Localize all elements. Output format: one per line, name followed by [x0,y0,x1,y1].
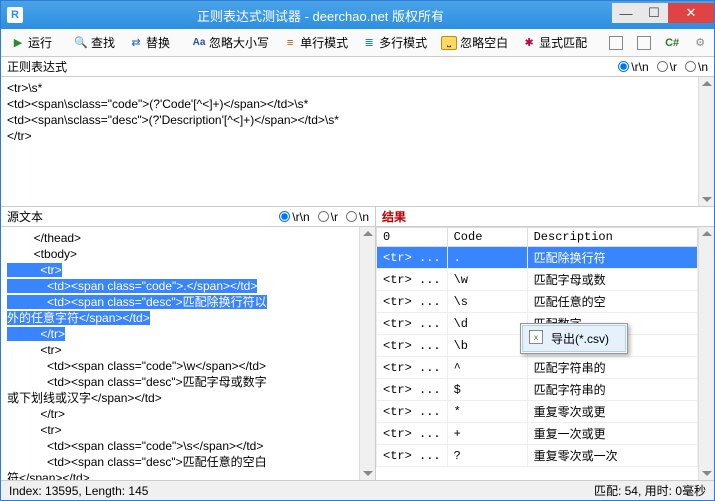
close-button[interactable]: ✕ [668,3,714,23]
ext-icon-1 [609,36,623,50]
col-0[interactable]: 0 [377,228,448,247]
options-button[interactable]: ⚙ [687,33,713,53]
col-description[interactable]: Description [527,228,697,247]
radio-cr-2[interactable]: \r [318,210,338,224]
statusbar: Index: 13595, Length: 145 匹配: 54, 用时: 0毫… [1,480,714,500]
scrollbar[interactable] [698,227,714,480]
scrollbar[interactable] [359,227,375,480]
export-icon: x [529,330,543,344]
whitespace-icon: ˽ [441,36,457,50]
source-header: 源文本 \r\n \r \n [1,207,375,227]
context-menu: x 导出(*.csv) [520,323,628,354]
grid-icon [637,36,651,50]
play-icon: ▶ [11,36,25,50]
status-left: Index: 13595, Length: 145 [9,484,148,498]
search-icon: 🔍 [74,36,88,50]
table-row[interactable]: <tr> ....匹配除换行符 [377,247,698,269]
find-button[interactable]: 🔍查找 [68,31,121,54]
radio-lf-2[interactable]: \n [346,210,369,224]
replace-button[interactable]: ⇄替换 [123,31,176,54]
minimize-button[interactable]: — [612,3,640,23]
titlebar: R 正则表达式测试器 - deerchao.net 版权所有 — ☐ ✕ [1,1,714,29]
ignore-whitespace-button[interactable]: ˽忽略空白 [435,31,514,54]
source-textarea[interactable]: </thead> <tbody> <tr> <td><span class="c… [1,227,375,480]
window-title: 正则表达式测试器 - deerchao.net 版权所有 [29,6,612,25]
single-line-button[interactable]: ≡单行模式 [277,31,354,54]
scrollbar[interactable] [698,77,714,206]
multi-line-icon: ≣ [362,36,376,50]
table-row[interactable]: <tr> ...$匹配字符串的 [377,379,698,401]
run-button[interactable]: ▶运行 [5,31,58,54]
table-row[interactable]: <tr> ...\s匹配任意的空 [377,291,698,313]
ext-button-1[interactable] [603,33,629,53]
explicit-icon: ✱ [522,36,536,50]
table-row[interactable]: <tr> ...+重复一次或更 [377,423,698,445]
table-row[interactable]: <tr> ...\w匹配字母或数 [377,269,698,291]
regex-label: 正则表达式 [7,58,67,75]
ext-button-2[interactable] [631,33,657,53]
explicit-match-button[interactable]: ✱显式匹配 [516,31,593,54]
status-right: 匹配: 54, 用时: 0毫秒 [594,482,706,499]
results-table[interactable]: 0 Code Description <tr> ....匹配除换行符<tr> .… [376,227,714,480]
case-icon: Aa [192,36,206,50]
results-header: 结果 [376,207,714,227]
export-csv-menuitem[interactable]: x 导出(*.csv) [522,325,626,352]
single-line-icon: ≡ [283,36,297,50]
results-label: 结果 [382,208,406,225]
ignore-case-button[interactable]: Aa忽略大小写 [186,31,275,54]
toolbar: ▶运行 🔍查找 ⇄替换 Aa忽略大小写 ≡单行模式 ≣多行模式 ˽忽略空白 ✱显… [1,29,714,57]
regex-textarea[interactable]: <tr>\s* <td><span\sclass="code">(?'Code'… [1,77,714,207]
radio-crlf-2[interactable]: \r\n [279,210,309,224]
multi-line-button[interactable]: ≣多行模式 [356,31,433,54]
radio-lf[interactable]: \n [685,60,708,74]
app-icon: R [7,7,23,23]
radio-cr[interactable]: \r [657,60,677,74]
table-row[interactable]: <tr> ...*重复零次或更 [377,401,698,423]
maximize-button[interactable]: ☐ [640,3,668,23]
regex-header: 正则表达式 \r\n \r \n [1,57,714,77]
gear-icon: ⚙ [693,36,707,50]
table-row[interactable]: <tr> ...^匹配字符串的 [377,357,698,379]
csharp-icon: C# [665,36,679,50]
radio-crlf[interactable]: \r\n [618,60,648,74]
col-code[interactable]: Code [447,228,527,247]
table-row[interactable]: <tr> ...?重复零次或一次 [377,445,698,467]
ext-button-3[interactable]: C# [659,33,685,53]
source-label: 源文本 [7,208,43,225]
replace-icon: ⇄ [129,36,143,50]
